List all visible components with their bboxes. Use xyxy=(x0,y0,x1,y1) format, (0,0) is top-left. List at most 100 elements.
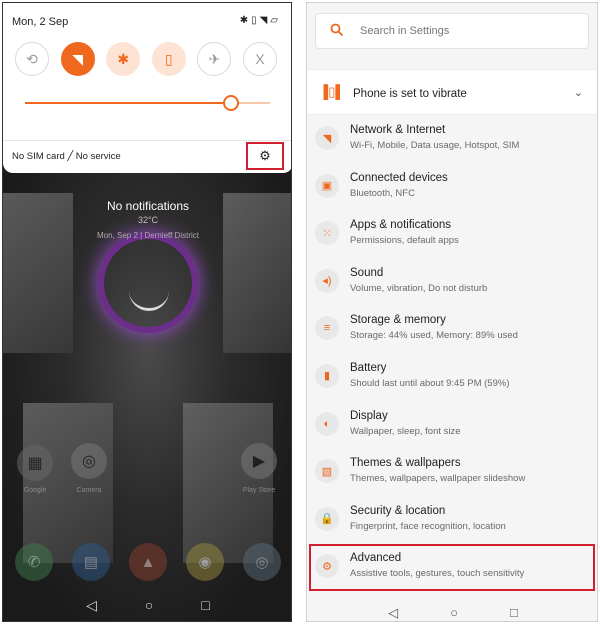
no-notifications-text: No notifications xyxy=(106,199,190,213)
home-icon[interactable]: ○ xyxy=(145,597,153,614)
settings-item-subtitle: Wallpaper, sleep, font size xyxy=(350,425,461,437)
divider xyxy=(3,140,291,141)
apps-icon: ⁙ xyxy=(315,221,339,246)
settings-item-battery[interactable]: ▮ Battery Should last until about 9:45 PM … xyxy=(307,352,597,401)
chevron-down-icon[interactable]: ⌄ xyxy=(574,86,583,99)
settings-item-title: Themes & wallpapers xyxy=(350,457,461,470)
settings-item-subtitle: Wi-Fi, Mobile, Data usage, Hotspot, SIM xyxy=(350,140,520,151)
devices-icon: ▣ xyxy=(315,173,339,198)
vibrate-icon: ▯ xyxy=(251,15,260,26)
back-icon[interactable]: ◁ xyxy=(388,605,398,621)
play-store-icon[interactable]: ▶ xyxy=(241,443,277,479)
auto-rotate-off-icon: ⟲ xyxy=(26,50,38,67)
settings-item-subtitle: Themes, wallpapers, wallpaper slideshow xyxy=(350,473,526,485)
app-label: Play Store xyxy=(242,487,276,494)
gear-icon: ⚙ xyxy=(315,554,339,579)
google-folder-icon[interactable]: ▦ xyxy=(17,445,53,481)
settings-item-title: Display xyxy=(350,409,388,422)
airplane-icon: ✈ xyxy=(208,50,221,67)
quick-settings-panel: Mon, 2 Sep ✱▯◥▱ ⟲ ◥ ✱ ▯ ✈ X No SIM card ╱ No … xyxy=(3,3,291,173)
settings-gear-button[interactable]: ⚙ xyxy=(246,142,284,170)
settings-item-title: Connected devices xyxy=(350,171,448,184)
settings-item-subtitle: Volume, vibration, Do not disturb xyxy=(350,282,488,294)
quick-settings-row: ⟲ ◥ ✱ ▯ ✈ X xyxy=(15,42,277,76)
lock-icon: 🔒 xyxy=(315,506,339,531)
weather-text: 32°C xyxy=(137,215,159,225)
x-mode-toggle[interactable]: X xyxy=(242,42,277,76)
settings-item-title: Network & Internet xyxy=(350,124,446,136)
wallpaper-ring xyxy=(98,233,198,333)
brightness-fill xyxy=(25,102,231,104)
settings-item-apps-notifications[interactable]: ⁙ Apps & notifications Permissions, defaul… xyxy=(307,210,597,258)
auto-rotate-off-toggle[interactable]: ⟲ xyxy=(15,42,49,76)
settings-item-subtitle: Bluetooth, NFC xyxy=(350,187,415,199)
messages-icon[interactable]: ▤ xyxy=(72,543,110,581)
search-icon xyxy=(330,23,344,37)
settings-item-advanced[interactable]: ⚙ Advanced Assistive tools, gestures, touc… xyxy=(307,543,597,591)
status-icons: ✱▯◥▱ xyxy=(240,15,281,26)
bluetooth-icon: ✱ xyxy=(239,15,252,26)
dock: ✆ ▤ ▲ ◉ ◎ xyxy=(15,543,281,581)
wifi-icon: ◥ xyxy=(315,126,339,150)
settings-item-title: Sound xyxy=(350,266,384,279)
vibrate-icon: ▯ xyxy=(164,50,173,67)
settings-item-subtitle: Assistive tools, gestures, touch sensiti… xyxy=(350,568,525,580)
notification-shade-screen: Mon, 2 Sep ✱▯◥▱ ⟲ ◥ ✱ ▯ ✈ X No SIM card ╱ No … xyxy=(2,2,292,622)
camera-icon[interactable]: ◎ xyxy=(243,543,281,581)
chrome-icon[interactable]: ◉ xyxy=(186,543,224,581)
vibrate-toggle[interactable]: ▯ xyxy=(151,42,186,76)
wallpaper-panel xyxy=(183,403,273,563)
settings-item-title: Battery xyxy=(350,361,387,374)
settings-item-storage-memory[interactable]: ≡ Storage & memory Storage: 44% used, Memo… xyxy=(307,305,597,353)
sound-icon: ◂) xyxy=(315,268,339,293)
phone-icon[interactable]: ✆ xyxy=(15,543,53,581)
settings-item-themes-wallpapers[interactable]: ▧ Themes & wallpapers Themes, wallpapers, … xyxy=(307,448,597,496)
camera-icon[interactable]: ◎ xyxy=(71,443,107,479)
search-bar[interactable]: Search in Settings xyxy=(315,13,589,49)
settings-screen: Search in Settings ▐▯▌ Phone is set to v… xyxy=(306,2,598,622)
settings-item-subtitle: Storage: 44% used, Memory: 89% used xyxy=(350,330,518,342)
navigation-bar: ◁ ○ □ xyxy=(3,597,291,614)
settings-item-display[interactable]: ◐ Display Wallpaper, sleep, font size xyxy=(307,400,597,449)
vibrate-banner-label: Phone is set to vibrate xyxy=(353,88,467,100)
gear-icon: ⚙ xyxy=(259,148,271,163)
wallpaper-panel xyxy=(23,403,113,563)
settings-item-subtitle: Should last until about 9:45 PM (59%) xyxy=(350,377,510,389)
settings-item-subtitle: Fingerprint, face recognition, location xyxy=(350,520,506,532)
bluetooth-icon: ✱ xyxy=(117,50,130,67)
battery-icon: ▮ xyxy=(315,363,339,388)
wifi-toggle[interactable]: ◥ xyxy=(60,42,95,76)
search-placeholder: Search in Settings xyxy=(360,25,450,37)
display-icon: ◐ xyxy=(315,411,339,436)
settings-item-title: Storage & memory xyxy=(350,314,446,327)
screenshot-composite: Mon, 2 Sep ✱▯◥▱ ⟲ ◥ ✱ ▯ ✈ X No SIM card ╱ No … xyxy=(0,0,600,624)
bluetooth-toggle[interactable]: ✱ xyxy=(106,42,141,76)
app-label: Google xyxy=(23,487,47,494)
airplane-toggle[interactable]: ✈ xyxy=(197,42,232,76)
settings-item-sound[interactable]: ◂) Sound Volume, vibration, Do not disturb xyxy=(307,257,597,306)
home-icon[interactable]: ○ xyxy=(450,605,458,621)
settings-item-security-location[interactable]: 🔒 Security & location Fingerprint, face re… xyxy=(307,495,597,544)
settings-item-title: Apps & notifications xyxy=(350,219,452,232)
navigation-bar: ◁ ○ □ xyxy=(307,605,597,621)
storage-icon: ≡ xyxy=(315,316,339,341)
x-mode-icon: X xyxy=(255,51,265,67)
brightness-thumb-icon[interactable] xyxy=(222,95,239,111)
no-sim-icon: ▱ xyxy=(270,15,281,26)
vibrate-banner[interactable]: ▐▯▌ Phone is set to vibrate ⌄ xyxy=(307,69,597,115)
recents-icon[interactable]: □ xyxy=(201,597,209,614)
recents-icon[interactable]: □ xyxy=(510,605,518,621)
settings-item-network-internet[interactable]: ◥ Network & Internet Wi-Fi, Mobile, Data u… xyxy=(307,115,597,163)
settings-list: ◥ Network & Internet Wi-Fi, Mobile, Data u… xyxy=(307,115,597,591)
vibrate-icon: ▐▯▌ xyxy=(319,84,345,99)
settings-item-title: Security & location xyxy=(350,504,446,517)
wifi-icon: ◥ xyxy=(72,50,83,67)
brightness-slider[interactable] xyxy=(25,95,270,111)
settings-item-connected-devices[interactable]: ▣ Connected devices Bluetooth, NFC xyxy=(307,162,597,211)
settings-item-title: Advanced xyxy=(350,552,402,565)
sim-status: No SIM card ╱ No service xyxy=(12,151,121,162)
themes-icon: ▧ xyxy=(315,459,339,484)
back-icon[interactable]: ◁ xyxy=(86,597,97,614)
lockscreen-date: Mon, Sep 2 | Dernieff District xyxy=(97,231,199,240)
browser-icon[interactable]: ▲ xyxy=(129,543,167,581)
